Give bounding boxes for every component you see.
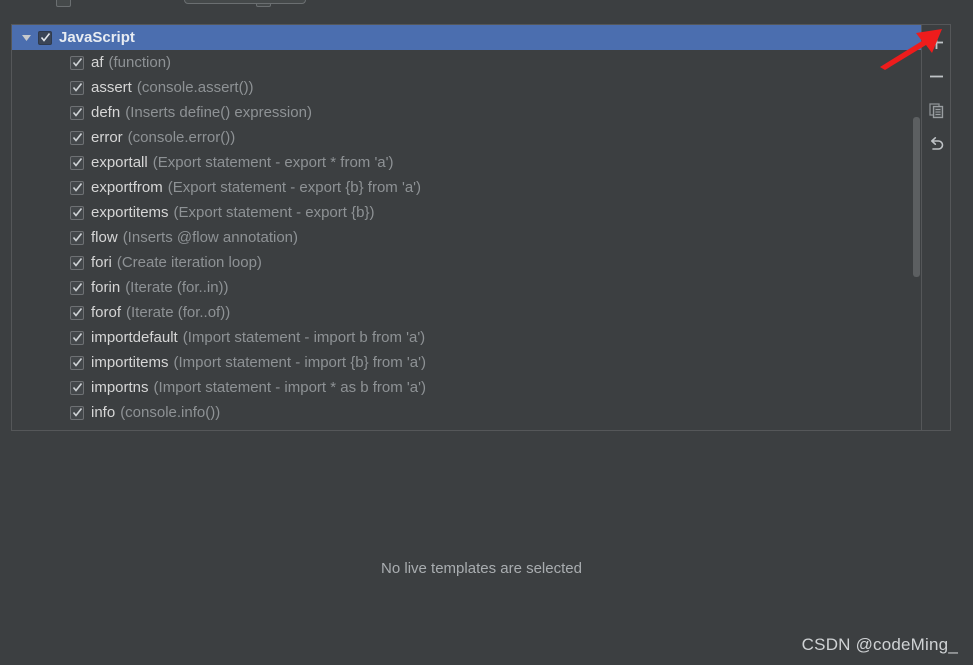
template-description: (console.error()) — [127, 129, 236, 146]
template-description: (Inserts @flow annotation) — [122, 229, 298, 246]
template-abbreviation: forin — [91, 279, 121, 296]
clipped-checkbox-1[interactable] — [56, 0, 71, 7]
tree-row-template[interactable]: assert (console.assert()) — [12, 75, 921, 100]
template-checkbox[interactable] — [70, 280, 84, 295]
template-abbreviation: af — [91, 54, 104, 71]
tree-row-template[interactable]: forin (Iterate (for..in)) — [12, 275, 921, 300]
tree-row-template[interactable]: exportfrom (Export statement - export {b}… — [12, 175, 921, 200]
tree-row-template[interactable]: importdefault (Import statement - import … — [12, 325, 921, 350]
template-description: (function) — [108, 54, 172, 71]
template-description: (Export statement - export {b}) — [173, 204, 375, 221]
tree-row-partial-clipped[interactable] — [12, 425, 921, 430]
tree-group-row-javascript[interactable]: JavaScript — [12, 25, 921, 50]
tree-row-template[interactable]: fori (Create iteration loop) — [12, 250, 921, 275]
template-checkbox[interactable] — [70, 405, 84, 420]
template-description: (Iterate (for..in)) — [125, 279, 229, 296]
template-checkbox[interactable] — [70, 355, 84, 370]
tree-row-template[interactable]: forof (Iterate (for..of)) — [12, 300, 921, 325]
template-description: (Export statement - export {b} from 'a') — [167, 179, 422, 196]
remove-button[interactable] — [922, 59, 950, 93]
tree-row-template[interactable]: defn (Inserts define() expression) — [12, 100, 921, 125]
template-checkbox[interactable] — [70, 55, 84, 70]
template-description: (Import statement - import b from 'a') — [182, 329, 426, 346]
add-button[interactable] — [922, 25, 950, 59]
watermark-text: CSDN @codeMing_ — [801, 635, 958, 654]
tree-row-template[interactable]: importns (Import statement - import * as … — [12, 375, 921, 400]
template-description: (Import statement - import * as b from '… — [153, 379, 426, 396]
duplicate-button[interactable] — [922, 93, 950, 127]
template-checkbox[interactable] — [70, 130, 84, 145]
group-label: JavaScript — [59, 29, 135, 46]
tree-side-toolbar — [921, 24, 951, 431]
template-checkbox[interactable] — [70, 205, 84, 220]
template-abbreviation: exportfrom — [91, 179, 163, 196]
template-checkbox[interactable] — [70, 330, 84, 345]
template-abbreviation: importns — [91, 379, 149, 396]
collapse-triangle-icon[interactable] — [18, 25, 34, 50]
tree-row-template[interactable]: flow (Inserts @flow annotation) — [12, 225, 921, 250]
undo-icon — [930, 136, 943, 150]
tree-row-template[interactable]: exportall (Export statement - export * fr… — [12, 150, 921, 175]
template-description: (console.assert()) — [136, 79, 254, 96]
template-description: (Create iteration loop) — [116, 254, 262, 271]
template-description: (Import statement - import {b} from 'a') — [173, 354, 426, 371]
copy-icon — [928, 102, 943, 118]
template-abbreviation: importdefault — [91, 329, 178, 346]
plus-icon — [929, 35, 943, 49]
template-checkbox[interactable] — [70, 105, 84, 120]
template-abbreviation: error — [91, 129, 123, 146]
restore-button[interactable] — [922, 127, 950, 161]
template-description: (Inserts define() expression) — [125, 104, 312, 121]
template-abbreviation: importitems — [91, 354, 169, 371]
template-checkbox[interactable] — [70, 155, 84, 170]
template-abbreviation: exportitems — [91, 204, 169, 221]
template-abbreviation: info — [91, 404, 116, 421]
tree-scroll-viewport[interactable]: JavaScript af (function) assert (console.as… — [12, 25, 921, 430]
template-abbreviation: flow — [91, 229, 118, 246]
clipped-combo-box[interactable] — [184, 0, 306, 4]
empty-state-message: No live templates are selected — [381, 560, 582, 577]
minus-icon — [929, 75, 943, 77]
template-abbreviation: forof — [91, 304, 122, 321]
tree-scrollbar-thumb[interactable] — [913, 117, 920, 277]
template-abbreviation: exportall — [91, 154, 148, 171]
group-checkbox[interactable] — [38, 30, 52, 45]
tree-row-template[interactable]: importitems (Import statement - import {b… — [12, 350, 921, 375]
template-checkbox[interactable] — [70, 80, 84, 95]
template-row-container: af (function) assert (console.assert()) defn… — [12, 50, 921, 425]
template-description: (Iterate (for..of)) — [126, 304, 231, 321]
template-checkbox[interactable] — [70, 380, 84, 395]
template-checkbox[interactable] — [70, 230, 84, 245]
template-checkbox[interactable] — [70, 255, 84, 270]
live-templates-tree-panel[interactable]: JavaScript af (function) assert (console.as… — [11, 24, 921, 431]
template-checkbox[interactable] — [70, 305, 84, 320]
template-checkbox[interactable] — [70, 180, 84, 195]
tree-row-template[interactable]: exportitems (Export statement - export {b… — [12, 200, 921, 225]
tree-row-template[interactable]: info (console.info()) — [12, 400, 921, 425]
template-description: (console.info()) — [120, 404, 221, 421]
template-abbreviation: fori — [91, 254, 112, 271]
template-description: (Export statement - export * from 'a') — [152, 154, 394, 171]
tree-vertical-scrollbar[interactable] — [912, 65, 921, 430]
template-abbreviation: defn — [91, 104, 121, 121]
tree-row-template[interactable]: error (console.error()) — [12, 125, 921, 150]
clipped-top-controls — [0, 0, 973, 7]
template-abbreviation: assert — [91, 79, 132, 96]
tree-row-template[interactable]: af (function) — [12, 50, 921, 75]
